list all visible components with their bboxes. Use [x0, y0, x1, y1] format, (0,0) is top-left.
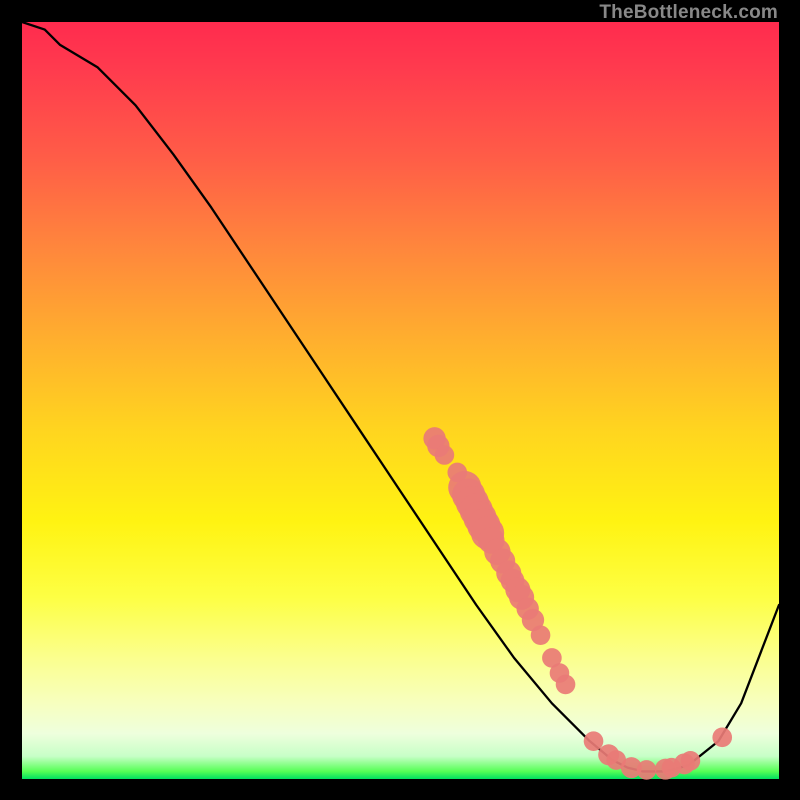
scatter-point	[712, 728, 732, 748]
scatter-point	[637, 760, 657, 780]
scatter-point	[681, 751, 701, 771]
chart-svg	[22, 22, 779, 779]
attribution-label: TheBottleneck.com	[599, 2, 778, 24]
bottleneck-curve-line	[22, 22, 779, 771]
scatter-point	[556, 675, 576, 695]
scatter-point	[435, 445, 455, 465]
scatter-point	[584, 731, 604, 751]
scatter-points-group	[423, 427, 732, 780]
scatter-point	[531, 625, 551, 645]
chart-plot-area	[22, 22, 779, 779]
